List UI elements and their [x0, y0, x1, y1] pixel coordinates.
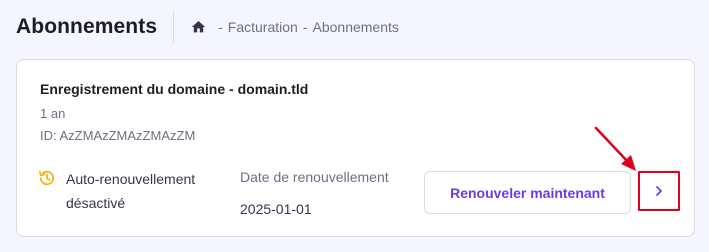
subscription-title: Enregistrement du domaine - domain.tld	[40, 81, 309, 97]
auto-renew-status: Auto-renouvellement désactivé	[37, 167, 216, 215]
renewal-date-value: 2025-01-01	[240, 201, 312, 217]
renew-now-button[interactable]: Renouveler maintenant	[424, 171, 631, 214]
breadcrumb-separator: -	[302, 19, 308, 35]
header-divider	[173, 11, 175, 43]
breadcrumb-item-facturation[interactable]: Facturation	[228, 19, 298, 35]
clock-history-icon	[37, 168, 57, 188]
page-title: Abonnements	[16, 15, 158, 38]
chevron-right-icon	[653, 185, 665, 197]
subscription-card: Enregistrement du domaine - domain.tld 1…	[16, 59, 695, 237]
subscription-details-button[interactable]	[638, 171, 680, 211]
renewal-date: Date de renouvellement 2025-01-01	[240, 167, 389, 219]
subscription-id: ID: AzZMAzZMAzZMAzZM	[40, 128, 196, 143]
subscription-period: 1 an	[40, 106, 66, 121]
page-header: Abonnements - Facturation - Abonnements	[16, 10, 399, 44]
breadcrumb-item-abonnements: Abonnements	[312, 19, 399, 35]
renewal-date-label: Date de renouvellement	[240, 169, 389, 185]
breadcrumb-separator: -	[218, 19, 223, 35]
auto-renew-label: Auto-renouvellement désactivé	[66, 171, 196, 211]
breadcrumb: - Facturation - Abonnements	[190, 19, 399, 35]
home-icon[interactable]	[190, 19, 207, 35]
